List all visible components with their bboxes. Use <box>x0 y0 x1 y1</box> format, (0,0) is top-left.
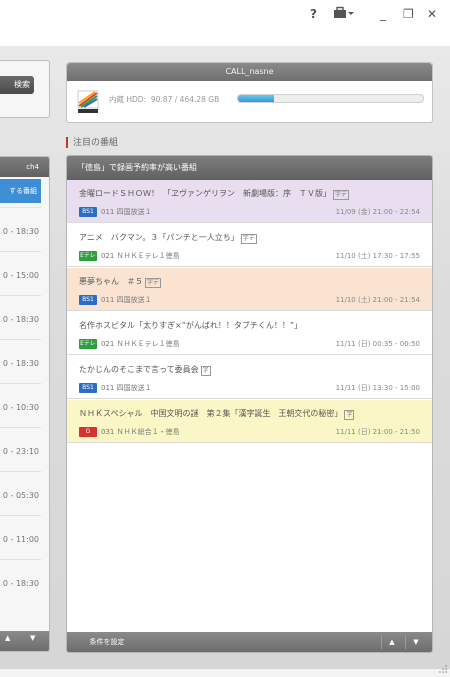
channel-logo-icon: Eテレ <box>79 251 97 261</box>
hdd-usage-fill <box>238 95 275 102</box>
left-list-time[interactable]: 0 - 18:30 <box>0 359 39 368</box>
left-list-divider <box>0 515 41 516</box>
channel-logo-icon: BS1 <box>79 295 97 305</box>
left-panel: 検索 ch4 する番組 0 - 18:30 0 - 15:00 0 - 18:30 0… <box>0 60 50 652</box>
hdd-usage-text: 内蔵 HDD: 90.87 / 464.28 GB <box>109 94 219 105</box>
programs-panel-footer: 条件を設定 ▲ ▼ <box>67 632 432 652</box>
program-time: 11/11 (日) 21:00 - 21:50 <box>335 428 420 436</box>
section-accent-mark <box>66 137 68 148</box>
program-row[interactable]: アニメ バクマン。３「パンチと一人立ち」 字デ Eテレ 021 ＮＨＫＥテレ１徳島 11… <box>67 224 432 267</box>
left-list-time[interactable]: 0 - 05:30 <box>0 491 39 500</box>
hdd-usage: 90.87 / 464.28 GB <box>150 95 220 104</box>
scroll-down-button[interactable]: ▼ <box>405 635 426 649</box>
program-badge: 字デ <box>240 234 257 244</box>
hdd-label: 内蔵 HDD: <box>109 95 147 104</box>
program-title: たかじんのそこまで言って委員会字 <box>79 364 211 376</box>
program-channel: 031 ＮＨＫ総合１・徳島 <box>101 428 180 436</box>
program-row[interactable]: たかじんのそこまで言って委員会字 BS1 011 四国放送１ 11/11 (日) 13… <box>67 356 432 399</box>
program-badge: 字デ <box>333 190 350 200</box>
left-list-divider <box>0 251 41 252</box>
left-list-divider <box>0 427 41 428</box>
program-title: 金曜ロードＳＨＯＷ！ 「ヱヴァンゲリヲン 新劇場版：序 ＴＶ版」 字デ <box>79 188 350 200</box>
left-list-time[interactable]: 0 - 18:30 <box>0 579 39 588</box>
toolbox-icon[interactable] <box>333 6 355 24</box>
set-conditions-button[interactable]: 条件を設定 <box>75 635 139 649</box>
program-time: 11/10 (土) 21:00 - 21:54 <box>335 296 420 304</box>
program-title: 名作ホスピタル「太りすぎ×”がんばれ！！タブチくん！！”」 <box>79 320 302 331</box>
left-scroll-down-button[interactable]: ▼ <box>30 634 35 642</box>
program-badge: 字 <box>344 410 355 420</box>
left-list-time[interactable]: 0 - 11:00 <box>0 535 39 544</box>
title-bar: ? _ ❐ ✕ <box>0 0 450 46</box>
channel-logo-icon: G <box>79 427 97 437</box>
left-list-divider <box>0 207 41 208</box>
left-list-selected[interactable]: する番組 <box>0 179 41 203</box>
program-title-text: 悪夢ちゃん ＃５ <box>79 277 143 286</box>
featured-programs-panel: 「徳島」で録画予約率が高い番組 金曜ロードＳＨＯＷ！ 「ヱヴァンゲリヲン 新劇場… <box>66 155 433 653</box>
nasne-name: CALL_nasne <box>67 63 432 81</box>
program-badge: 字 <box>200 366 211 376</box>
left-list-divider <box>0 559 41 560</box>
program-channel: 011 四国放送１ <box>101 384 152 392</box>
program-title-text: 金曜ロードＳＨＯＷ！ 「ヱヴァンゲリヲン 新劇場版：序 ＴＶ版」 <box>79 189 331 198</box>
program-time: 11/09 (金) 21:00 - 22:54 <box>335 208 420 216</box>
program-row[interactable]: 悪夢ちゃん ＃５ 字デ BS1 011 四国放送１ 11/10 (土) 21:00 - … <box>67 268 432 311</box>
left-list-time[interactable]: 0 - 10:30 <box>0 403 39 412</box>
nasne-device-card[interactable]: CALL_nasne 内蔵 HDD: 90.87 / 464.28 GB <box>66 62 433 123</box>
left-list-divider <box>0 471 41 472</box>
left-list-header: ch4 <box>0 157 49 177</box>
program-channel: 011 四国放送１ <box>101 208 152 216</box>
channel-logo-icon: BS1 <box>79 383 97 393</box>
left-list-time[interactable]: 0 - 15:00 <box>0 271 39 280</box>
minimize-button[interactable]: _ <box>380 6 386 22</box>
left-list-time[interactable]: 0 - 23:10 <box>0 447 39 456</box>
program-row[interactable]: 金曜ロードＳＨＯＷ！ 「ヱヴァンゲリヲン 新劇場版：序 ＴＶ版」 字デ BS1 011… <box>67 180 432 223</box>
left-list-box: ch4 する番組 0 - 18:30 0 - 15:00 0 - 18:30 0 - … <box>0 156 50 652</box>
program-title: ＮＨＫスペシャル 中国文明の謎 第２集「漢字誕生 王朝交代の秘密」字 <box>79 408 355 420</box>
program-row[interactable]: ＮＨＫスペシャル 中国文明の謎 第２集「漢字誕生 王朝交代の秘密」字 G 031 Ｎ… <box>67 400 432 443</box>
program-channel: 021 ＮＨＫＥテレ１徳島 <box>101 252 180 260</box>
hdd-usage-bar <box>237 94 424 103</box>
program-title: 悪夢ちゃん ＃５ 字デ <box>79 276 162 288</box>
left-list-divider <box>0 295 41 296</box>
section-title: 注目の番組 <box>73 138 119 148</box>
search-button[interactable]: 検索 <box>0 76 34 94</box>
program-time: 11/10 (土) 17:30 - 17:55 <box>335 252 420 260</box>
close-button[interactable]: ✕ <box>427 6 437 22</box>
channel-logo-icon: Eテレ <box>79 339 97 349</box>
program-badge: 字デ <box>145 278 162 288</box>
left-scroll-up-button[interactable]: ▲ <box>5 634 10 642</box>
left-list-divider <box>0 383 41 384</box>
left-list-time[interactable]: 0 - 18:30 <box>0 227 39 236</box>
program-time: 11/11 (日) 00:35 - 00:50 <box>335 340 420 348</box>
program-time: 11/11 (日) 13:30 - 15:00 <box>335 384 420 392</box>
program-channel: 011 四国放送１ <box>101 296 152 304</box>
program-row[interactable]: 名作ホスピタル「太りすぎ×”がんばれ！！タブチくん！！”」 Eテレ 021 ＮＨＫＥ… <box>67 312 432 355</box>
resize-grip-icon[interactable] <box>439 658 447 673</box>
left-list-divider <box>0 339 41 340</box>
scroll-up-button[interactable]: ▲ <box>381 635 402 649</box>
program-channel: 021 ＮＨＫＥテレ１徳島 <box>101 340 180 348</box>
program-title-text: たかじんのそこまで言って委員会 <box>79 365 199 374</box>
nasne-logo-icon <box>77 90 99 114</box>
program-title-text: 名作ホスピタル「太りすぎ×”がんばれ！！タブチくん！！”」 <box>79 321 302 330</box>
restore-button[interactable]: ❐ <box>403 6 414 22</box>
program-title: アニメ バクマン。３「パンチと一人立ち」 字デ <box>79 232 257 244</box>
help-button[interactable]: ? <box>310 6 317 22</box>
program-title-text: ＮＨＫスペシャル 中国文明の謎 第２集「漢字誕生 王朝交代の秘密」 <box>79 409 343 418</box>
program-title-text: アニメ バクマン。３「パンチと一人立ち」 <box>79 233 239 242</box>
left-list-footer: ▲ ▼ <box>0 631 49 651</box>
programs-panel-header: 「徳島」で録画予約率が高い番組 <box>67 156 432 180</box>
channel-logo-icon: BS1 <box>79 207 97 217</box>
left-list-time[interactable]: 0 - 18:30 <box>0 315 39 324</box>
